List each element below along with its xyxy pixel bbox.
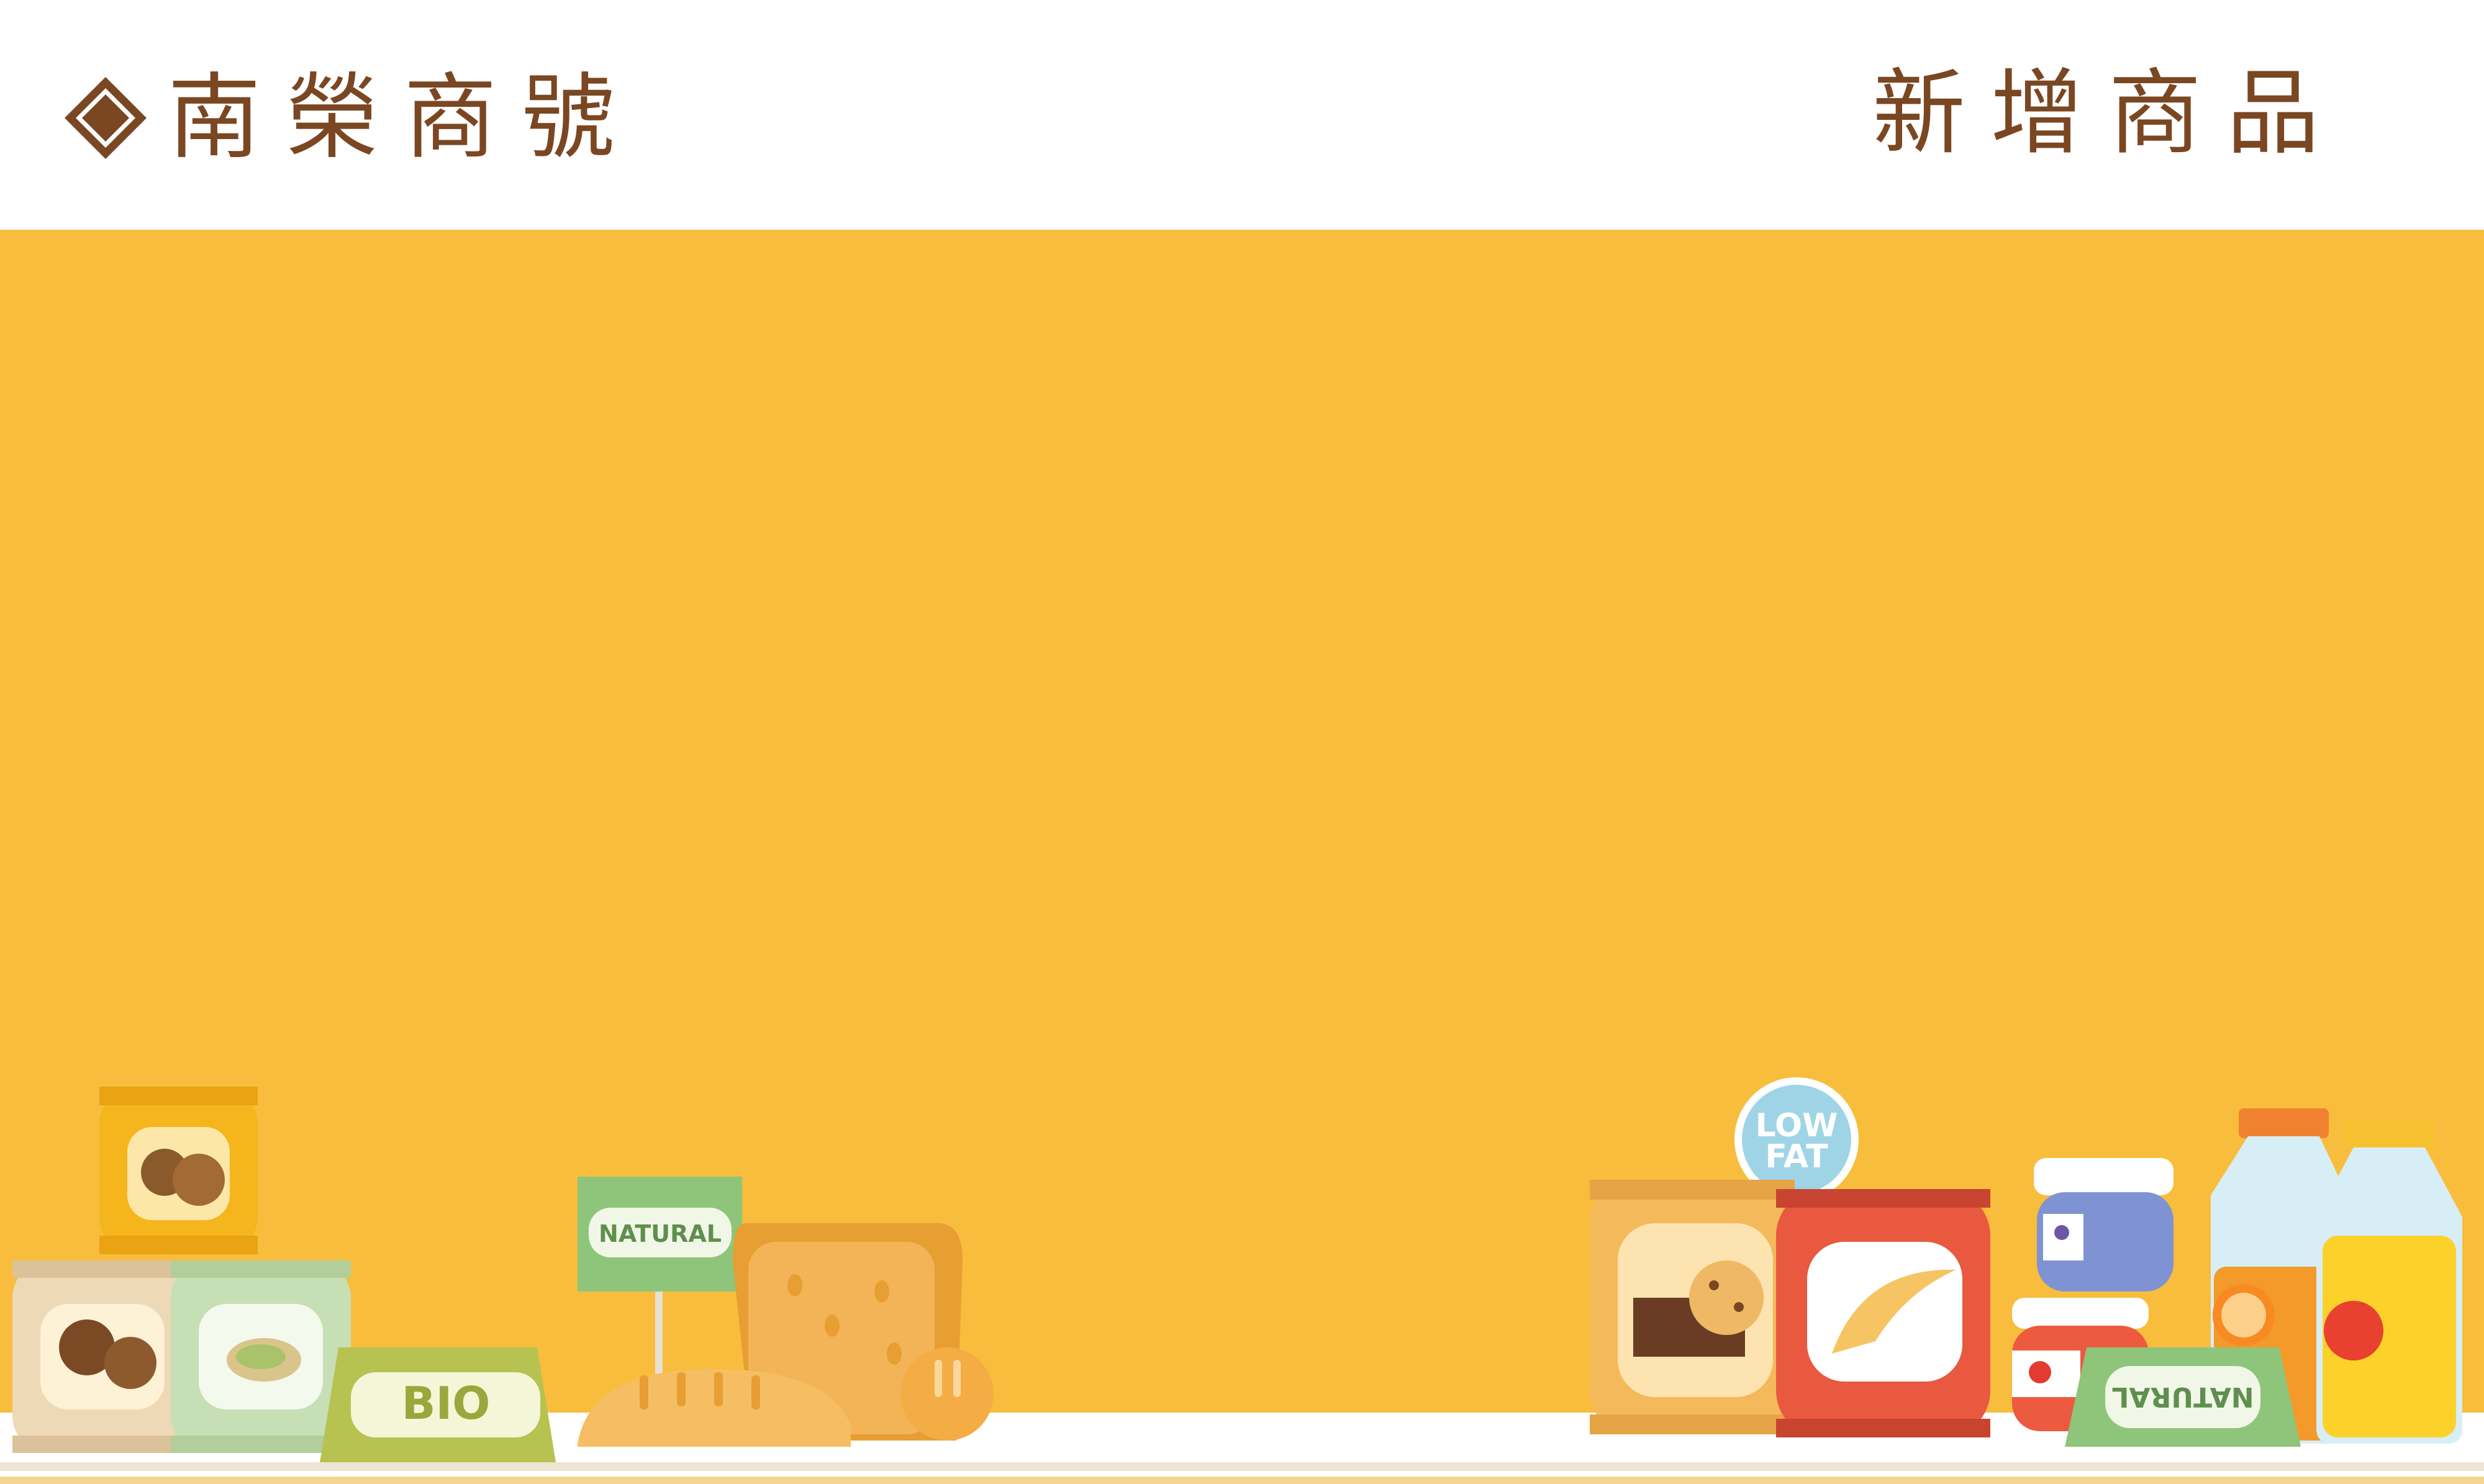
bio-tag: BIO [320, 1347, 556, 1462]
natural-sign-label: NATURAL [599, 1220, 722, 1247]
cookie-bag-icon [1590, 1180, 1795, 1434]
bun-icon [900, 1347, 994, 1441]
bio-label: BIO [402, 1377, 491, 1429]
hazelnut-bag-icon [12, 1260, 193, 1453]
natural-tent-tag: NATURAL [2065, 1347, 2301, 1447]
walnut-bag-icon [99, 1087, 258, 1254]
natural-tent-label: NATURAL [2111, 1381, 2254, 1413]
grocery-illustration: BIO NATURAL LOW FAT NATURAL [12, 1077, 2462, 1462]
pistachio-bag-icon [171, 1260, 351, 1453]
natural-sign: NATURAL [578, 1177, 742, 1382]
apple-juice-bottle-icon [2316, 1121, 2462, 1444]
fat-label: FAT [1765, 1138, 1828, 1175]
grape-jam-jar-icon [2034, 1158, 2174, 1292]
croissant-bag-icon [1776, 1189, 1990, 1437]
